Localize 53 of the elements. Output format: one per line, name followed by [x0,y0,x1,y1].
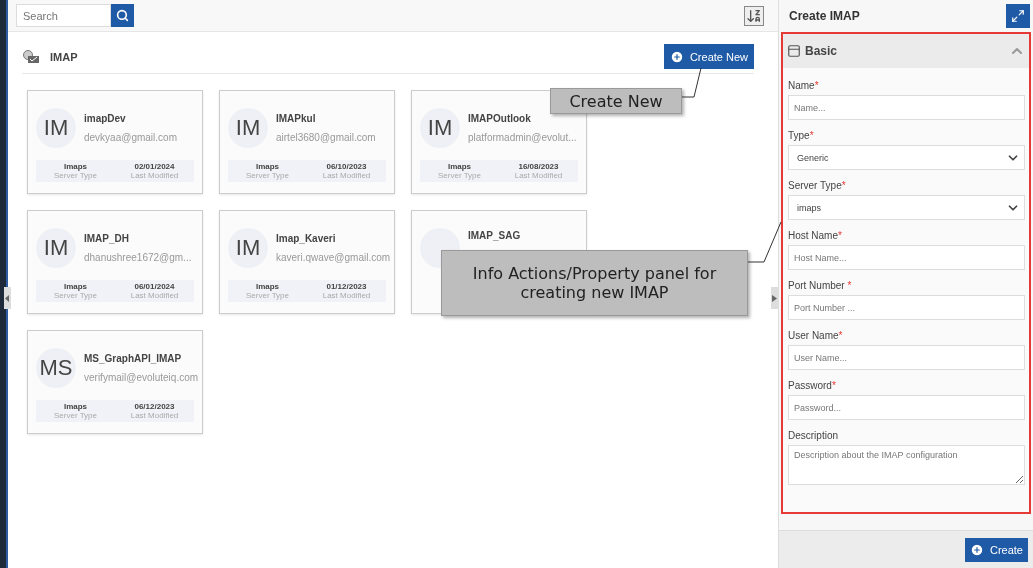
server-type-value: Imaps [63,402,88,411]
card-title: IMAPOutlook [468,113,532,124]
server-type-value: Imaps [255,162,280,171]
card-title: MS_GraphAPI_IMAP [84,353,183,364]
card-title: imapDev [84,113,127,124]
card-email: dhanushree1672@gm... [84,252,192,263]
callout-tooltip: Info Actions/Property panel for creating new IMAP [441,250,748,316]
field-label: User Name* [788,330,844,341]
field-label: Password* [788,380,837,391]
callout-tooltip: Create New [550,88,682,114]
modified-date: 06/01/2024 [134,282,175,291]
field-label: Description [788,430,840,441]
server-type-value: Imaps [63,162,88,171]
avatar: IM [420,108,460,148]
server-type-value: Imaps [63,282,88,291]
field-label: Server Type* [788,180,847,191]
server-type-label: Server Type [246,291,289,300]
field-label: Host Name* [788,230,843,241]
avatar: IM [36,228,76,268]
modified-label: Last Modified [322,291,371,300]
modified-date: 06/10/2023 [326,162,367,171]
panel-title: Create IMAP [789,9,860,23]
modified-label: Last Modified [130,171,179,180]
field-label: Port Number * [788,280,853,291]
modified-label: Last Modified [130,291,179,300]
modified-label: Last Modified [322,171,371,180]
server-type-label: Server Type [54,411,97,420]
server-type-value: Imaps [255,282,280,291]
avatar: IM [228,228,268,268]
card-email: airtel3680@gmail.com [276,132,376,143]
server-type-label: Server Type [54,171,97,180]
avatar: IM [228,108,268,148]
modified-label: Last Modified [130,411,179,420]
modified-date: 16/08/2023 [518,162,559,171]
avatar: MS [36,348,76,388]
server-type-value: Imaps [447,162,472,171]
field-label: Type* [788,130,815,141]
card-title: IMAPkul [276,113,317,124]
modified-date: 01/12/2023 [326,282,367,291]
modified-label: Last Modified [514,171,563,180]
card-email: platformadmin@evolut... [468,132,577,143]
card-email: devkyaa@gmail.com [84,132,177,143]
modified-date: 02/01/2024 [134,162,175,171]
server-type-label: Server Type [438,171,481,180]
card-title: IMAP_DH [84,233,130,244]
field-label: Name* [788,80,820,91]
section-title: IMAP [50,50,78,63]
modified-date: 06/12/2023 [134,402,175,411]
server-type-label: Server Type [246,171,289,180]
avatar: IM [36,108,76,148]
card-title: Imap_Kaveri [276,233,337,244]
card-title: IMAP_SAG [468,230,521,241]
server-type-label: Server Type [54,291,97,300]
